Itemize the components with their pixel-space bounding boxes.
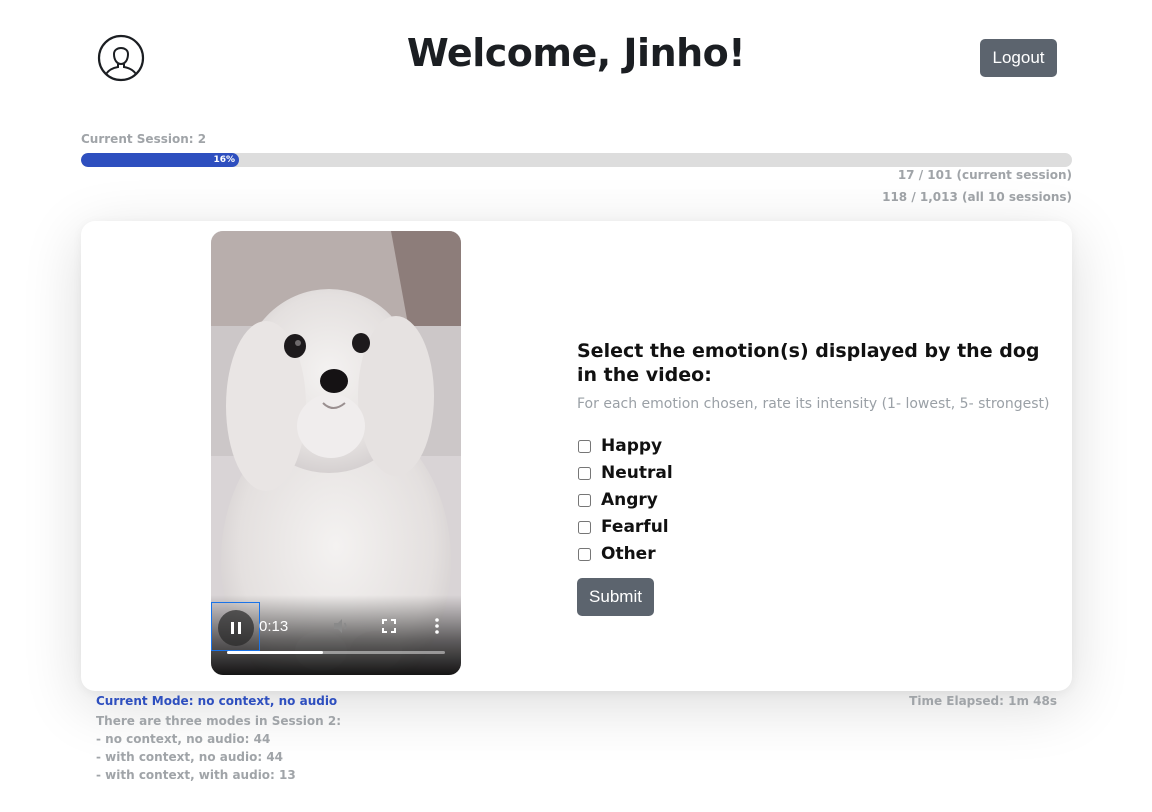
question-hint: For each emotion chosen, rate its intens… [577, 396, 1050, 412]
video-time: 0:13 [259, 618, 289, 635]
option-label: Neutral [601, 463, 673, 483]
progress-fill: 16% [81, 153, 239, 167]
submit-button[interactable]: Submit [577, 578, 654, 616]
current-mode: Current Mode: no context, no audio [96, 694, 338, 708]
current-session-label: Current Session: 2 [81, 132, 207, 146]
pause-button[interactable] [211, 602, 260, 651]
video-seek-bar[interactable] [227, 651, 445, 654]
video-player[interactable]: 0:13 [211, 231, 461, 675]
all-sessions-count: 118 / 1,013 (all 10 sessions) [882, 190, 1072, 204]
checkbox-angry[interactable] [578, 493, 591, 507]
checkbox-other[interactable] [578, 547, 591, 561]
progress-bar: 16% [81, 153, 1072, 167]
checkbox-fearful[interactable] [578, 520, 591, 534]
modes-intro: There are three modes in Session 2: [96, 714, 342, 728]
option-angry[interactable]: Angry [577, 490, 658, 510]
option-neutral[interactable]: Neutral [577, 463, 673, 483]
mode-line: - with context, with audio: 13 [96, 768, 296, 782]
checkbox-neutral[interactable] [578, 466, 591, 480]
logout-button[interactable]: Logout [980, 39, 1057, 77]
option-fearful[interactable]: Fearful [577, 517, 669, 537]
fullscreen-icon[interactable] [379, 616, 399, 636]
option-label: Angry [601, 490, 658, 510]
option-other[interactable]: Other [577, 544, 656, 564]
pause-icon [218, 610, 254, 646]
volume-icon[interactable] [331, 616, 351, 636]
option-happy[interactable]: Happy [577, 436, 662, 456]
time-elapsed: Time Elapsed: 1m 48s [909, 694, 1057, 708]
question-title: Select the emotion(s) displayed by the d… [577, 340, 1040, 386]
more-options-icon[interactable] [427, 616, 447, 636]
current-session-count: 17 / 101 (current session) [897, 168, 1072, 182]
mode-line: - with context, no audio: 44 [96, 750, 284, 764]
mode-line: - no context, no audio: 44 [96, 732, 271, 746]
option-label: Fearful [601, 517, 669, 537]
video-seek-progress [227, 651, 323, 654]
option-label: Happy [601, 436, 663, 456]
checkbox-happy[interactable] [578, 439, 591, 453]
option-label: Other [601, 544, 656, 564]
